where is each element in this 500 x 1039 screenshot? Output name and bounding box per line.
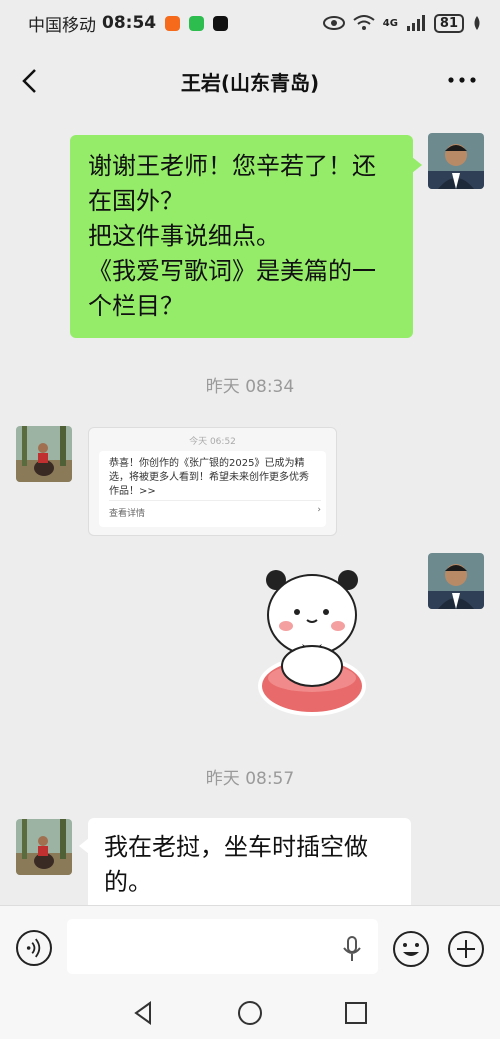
status-left: 中国移动 08:54 — [28, 11, 229, 36]
wifi-icon — [353, 15, 375, 30]
battery-indicator: 81 — [433, 13, 464, 33]
more-icon[interactable] — [446, 70, 478, 90]
emoji-icon[interactable] — [392, 930, 430, 968]
microphone-icon[interactable] — [342, 936, 362, 962]
wechat-notification-icon — [189, 15, 205, 31]
panda-sticker[interactable] — [252, 560, 372, 720]
eye-icon — [322, 16, 345, 30]
time-separator: 昨天 08:34 — [205, 377, 295, 397]
chevron-right-icon: › — [317, 505, 321, 515]
card-details-link[interactable]: 查看详情 › — [109, 500, 321, 519]
contact-avatar[interactable] — [16, 426, 72, 482]
recents-square-icon[interactable] — [342, 999, 370, 1027]
my-avatar[interactable] — [428, 133, 484, 189]
chat-header: 王岩(山东青岛) — [0, 46, 500, 116]
sent-line: 个栏目？ — [88, 292, 184, 320]
input-bar — [0, 905, 500, 987]
clock-label: 08:54 — [102, 13, 157, 33]
received-line: 我在老挝，坐车时插空做 — [104, 833, 368, 861]
sent-message-bubble[interactable]: 谢谢王老师！您辛若了！还 在国外？ 把这件事说细点。 《我爱写歌词》是美篇的一 … — [70, 135, 422, 338]
sent-line: 谢谢王老师！您辛若了！还 — [88, 152, 376, 180]
sent-line: 在国外？ — [88, 187, 184, 215]
received-line: 的。 — [104, 868, 152, 896]
received-message-bubble[interactable]: 我在老挝，坐车时插空做 的。 — [79, 818, 411, 912]
my-avatar[interactable] — [428, 553, 484, 609]
signal-icon — [406, 15, 425, 31]
card-text: 恭喜！你创作的《张广银的2025》已成为精选，将被更多人看到！希望未来创作更多优… — [109, 458, 309, 497]
system-navigation — [0, 987, 500, 1039]
app-notification-icon — [165, 15, 181, 31]
sent-line: 把这件事说细点。 — [88, 222, 280, 250]
card-time: 今天 06:52 — [189, 437, 236, 447]
carrier-label: 中国移动 — [28, 15, 96, 36]
network-label: 4G — [382, 17, 398, 29]
chat-title: 王岩(山东青岛) — [180, 70, 320, 95]
card-body: 恭喜！你创作的《张广银的2025》已成为精选，将被更多人看到！希望未来创作更多优… — [99, 451, 326, 527]
message-input[interactable] — [67, 919, 378, 974]
time-separator: 昨天 08:57 — [205, 769, 295, 789]
sent-line: 《我爱写歌词》是美篇的一 — [88, 257, 376, 285]
share-card[interactable]: 今天 06:52 恭喜！你创作的《张广银的2025》已成为精选，将被更多人看到！… — [88, 427, 337, 536]
plus-icon[interactable] — [447, 930, 485, 968]
home-circle-icon[interactable] — [236, 999, 264, 1027]
back-triangle-icon[interactable] — [130, 999, 158, 1027]
status-right: 4G 81 — [322, 13, 482, 33]
contact-avatar[interactable] — [16, 819, 72, 875]
back-icon[interactable] — [14, 64, 48, 98]
leaf-icon — [474, 16, 480, 30]
voice-mode-icon[interactable] — [16, 930, 52, 966]
status-bar: 中国移动 08:54 4G 81 — [0, 0, 500, 46]
tiktok-notification-icon — [213, 15, 229, 31]
card-link-label: 查看详情 — [109, 509, 146, 519]
